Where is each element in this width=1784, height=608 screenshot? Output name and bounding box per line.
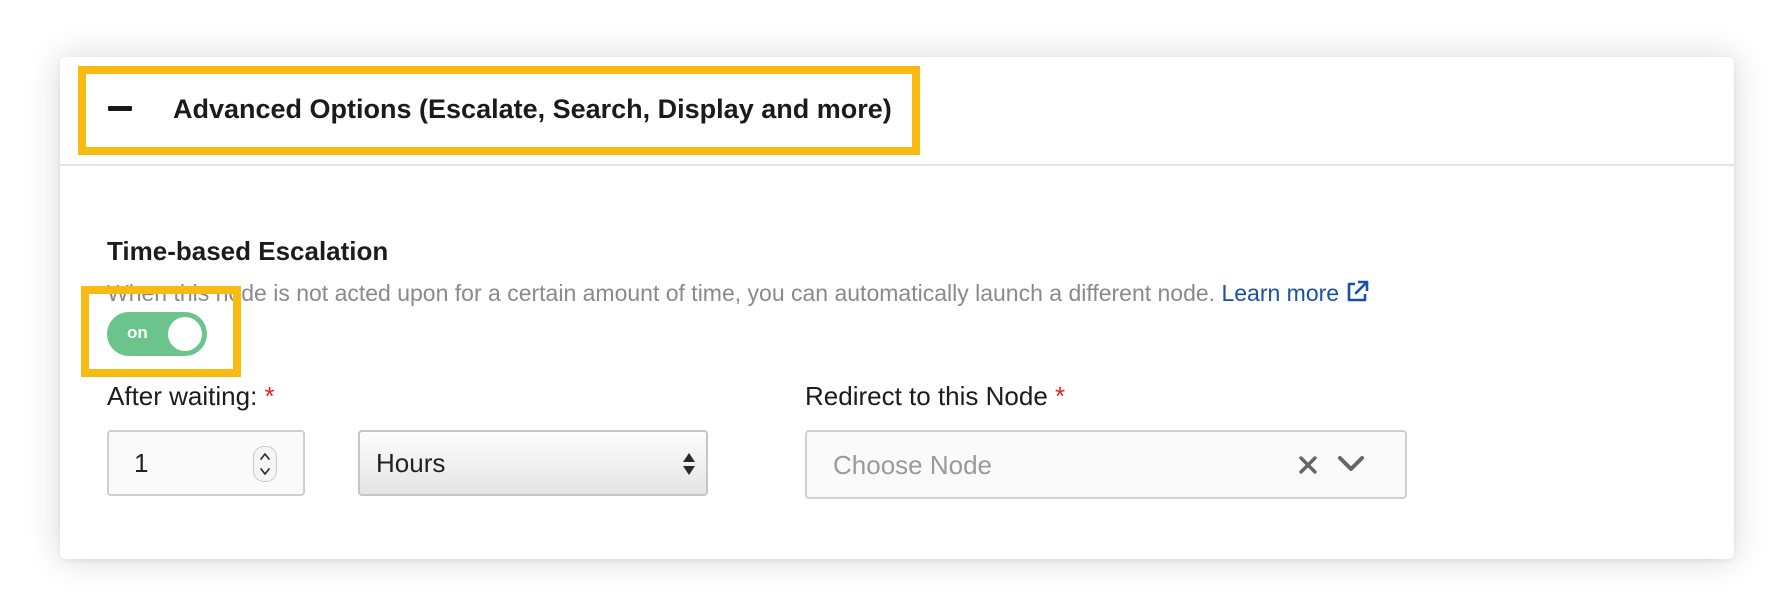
external-link-icon	[1347, 280, 1369, 302]
toggle-knob	[168, 317, 202, 351]
wait-unit-select[interactable]: Hours	[358, 430, 708, 496]
escalation-description: When this node is not acted upon for a c…	[107, 280, 1369, 307]
required-asterisk: *	[1055, 381, 1066, 411]
redirect-node-label-text: Redirect to this Node	[805, 381, 1048, 411]
redirect-node-label: Redirect to this Node *	[805, 381, 1065, 412]
stepper-arrows-icon	[260, 453, 270, 475]
minus-icon[interactable]	[108, 106, 132, 111]
toggle-label: on	[127, 323, 148, 342]
screenshot-stage: Advanced Options (Escalate, Search, Disp…	[0, 0, 1784, 608]
required-asterisk: *	[264, 381, 275, 411]
redirect-node-select[interactable]: Choose Node	[805, 430, 1407, 499]
escalation-toggle[interactable]: on	[107, 312, 207, 356]
node-select-placeholder: Choose Node	[833, 450, 992, 480]
number-stepper[interactable]	[253, 446, 277, 482]
panel-title[interactable]: Advanced Options (Escalate, Search, Disp…	[173, 94, 892, 125]
section-title: Time-based Escalation	[107, 236, 389, 266]
wait-unit-value: Hours	[376, 448, 446, 478]
select-updown-icon	[683, 453, 695, 475]
advanced-options-panel: Advanced Options (Escalate, Search, Disp…	[60, 57, 1734, 559]
learn-more-link[interactable]: Learn more	[1221, 280, 1369, 306]
learn-more-label: Learn more	[1221, 280, 1340, 306]
wait-amount-input[interactable]: 1	[107, 430, 305, 496]
after-waiting-label: After waiting: *	[107, 381, 275, 412]
description-text: When this node is not acted upon for a c…	[107, 280, 1216, 306]
clear-icon[interactable]	[1298, 455, 1318, 475]
wait-amount-value: 1	[134, 448, 149, 478]
after-waiting-label-text: After waiting:	[107, 381, 258, 411]
chevron-down-icon[interactable]	[1337, 454, 1365, 474]
panel-header[interactable]: Advanced Options (Escalate, Search, Disp…	[60, 57, 1734, 166]
